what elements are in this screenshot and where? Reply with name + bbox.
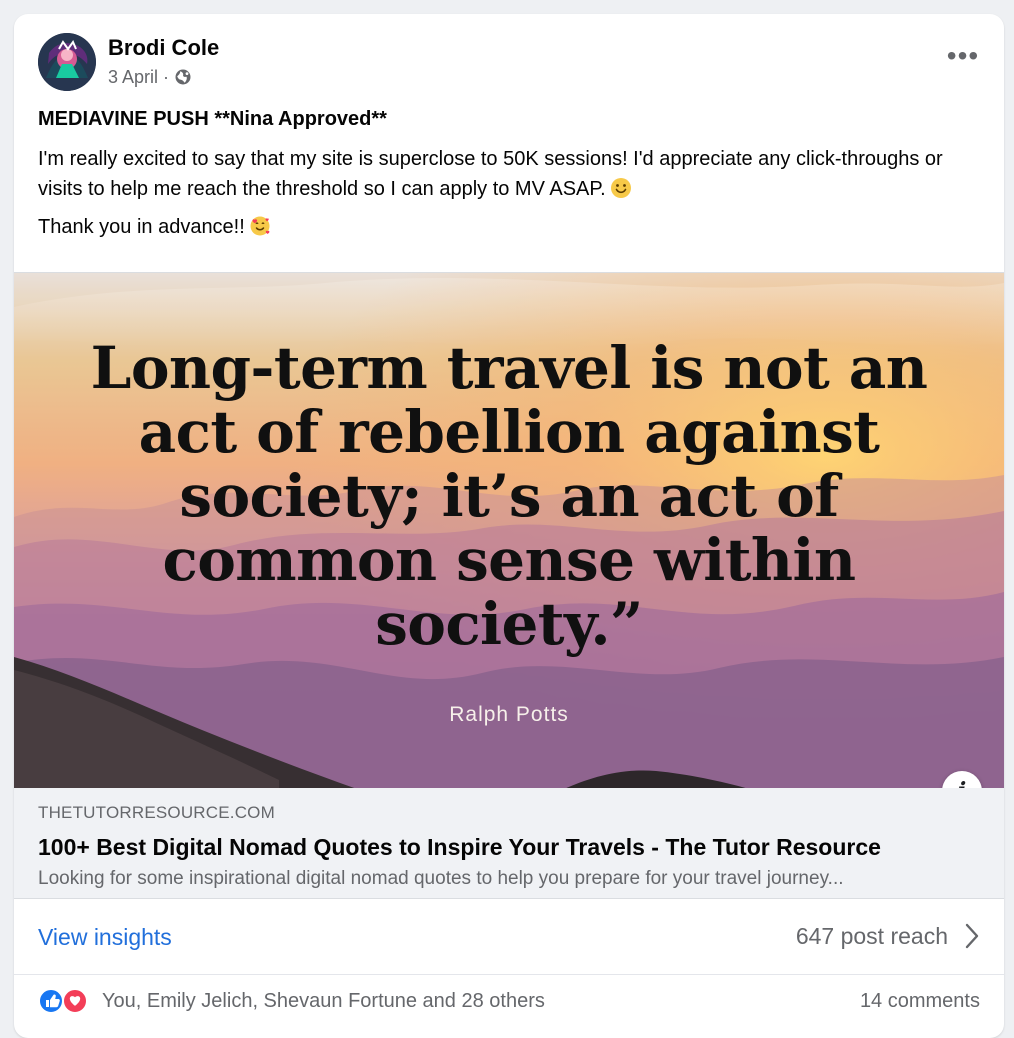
view-insights-link[interactable]: View insights: [38, 922, 172, 952]
reactions-summary[interactable]: You, Emily Jelich, Shevaun Fortune and 2…: [102, 987, 545, 1015]
facebook-post-card: Brodi Cole 3 April · ••• MEDIAVINE PUSH …: [14, 14, 1004, 1038]
post-date[interactable]: 3 April: [108, 66, 158, 88]
reactions-row: You, Emily Jelich, Shevaun Fortune and 2…: [14, 974, 1004, 1028]
post-reach-button[interactable]: 647 post reach: [796, 921, 980, 951]
quote-author: Ralph Potts: [449, 703, 569, 726]
comments-count[interactable]: 14 comments: [860, 987, 980, 1015]
link-title[interactable]: 100+ Best Digital Nomad Quotes to Inspir…: [38, 832, 881, 862]
smiling-face-icon: [610, 177, 632, 199]
meta-separator: ·: [163, 67, 170, 87]
post-thanks-text: Thank you in advance!!: [38, 216, 245, 238]
quote-text: Long-term travel is not an act of rebell…: [90, 334, 928, 658]
reaction-icons[interactable]: [38, 988, 94, 1014]
more-options-button[interactable]: •••: [944, 42, 982, 70]
link-info[interactable]: THETUTORRESOURCE.COM 100+ Best Digital N…: [14, 788, 1004, 899]
post-body-text: I'm really excited to say that my site i…: [38, 148, 943, 200]
post-thanks: Thank you in advance!!: [38, 212, 978, 242]
link-preview-image[interactable]: Long-term travel is not an act of rebell…: [14, 272, 1004, 789]
post-meta: 3 April ·: [108, 66, 192, 88]
link-domain: THETUTORRESOURCE.COM: [38, 803, 275, 822]
author-name[interactable]: Brodi Cole: [108, 34, 219, 62]
link-description: Looking for some inspirational digital n…: [38, 868, 844, 889]
post-header: Brodi Cole 3 April · •••: [14, 14, 1004, 100]
post-message: MEDIAVINE PUSH **Nina Approved** I'm rea…: [38, 104, 978, 242]
smiling-face-with-hearts-icon: [249, 215, 271, 237]
post-title: MEDIAVINE PUSH **Nina Approved**: [38, 108, 387, 130]
post-reach-text: 647 post reach: [795, 923, 948, 949]
author-avatar[interactable]: [38, 33, 96, 91]
post-body: I'm really excited to say that my site i…: [38, 144, 978, 204]
insights-row: View insights 647 post reach: [14, 899, 1004, 975]
globe-icon: [174, 68, 192, 86]
chevron-right-icon: [964, 922, 980, 950]
